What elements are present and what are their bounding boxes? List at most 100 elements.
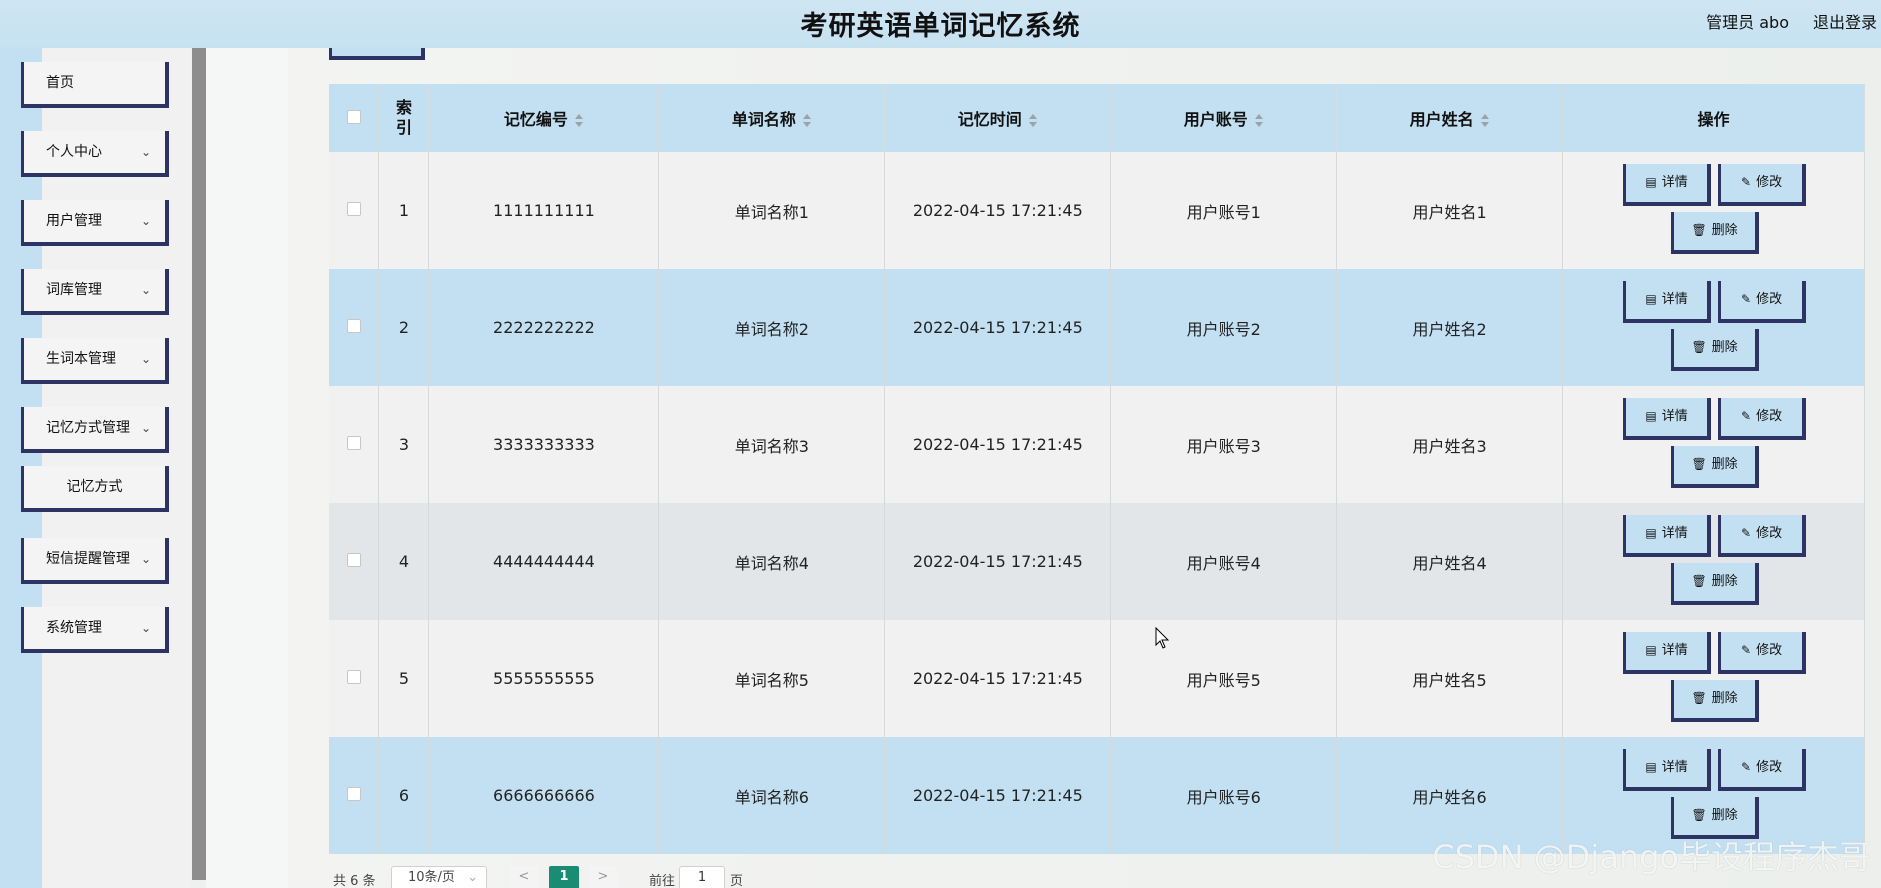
detail-button[interactable]: ▤ 详情 bbox=[1623, 164, 1712, 206]
row-select-cell[interactable] bbox=[329, 620, 380, 737]
cell-code: 6666666666 bbox=[428, 737, 660, 854]
sidebar: 首页 个人中心 ⌄ 用户管理 ⌄ 词库管理 ⌄ 生词本管理 ⌄ 记忆方式管理 ⌄ 记忆方式… bbox=[0, 48, 190, 888]
sidebar-item-system-management[interactable]: 系统管理 ⌄ bbox=[21, 607, 169, 653]
delete-button[interactable]: 🗑 删除 bbox=[1671, 329, 1760, 371]
sidebar-item-personal-center[interactable]: 个人中心 ⌄ bbox=[21, 131, 169, 177]
edit-button[interactable]: ✎ 修改 bbox=[1718, 164, 1807, 206]
document-icon: ▤ bbox=[1645, 292, 1657, 306]
col-header-time[interactable]: 记忆时间 bbox=[884, 84, 1112, 152]
detail-button[interactable]: ▤ 详情 bbox=[1623, 281, 1712, 323]
edit-button[interactable]: ✎ 修改 bbox=[1718, 632, 1807, 674]
pencil-icon: ✎ bbox=[1741, 526, 1752, 540]
edit-button[interactable]: ✎ 修改 bbox=[1718, 749, 1807, 791]
sort-icon[interactable] bbox=[1254, 113, 1264, 129]
next-page-button[interactable]: > bbox=[589, 866, 617, 888]
toolbar-button-partial[interactable] bbox=[329, 48, 425, 60]
page-size-select[interactable]: 10条/页 ⌄ bbox=[391, 866, 487, 888]
select-all-cell[interactable] bbox=[329, 84, 380, 152]
cell-index: 2 bbox=[378, 269, 430, 386]
sidebar-item-new-words-management[interactable]: 生词本管理 ⌄ bbox=[21, 338, 169, 384]
row-select-cell[interactable] bbox=[329, 269, 380, 386]
cell-word: 单词名称4 bbox=[658, 503, 886, 620]
action-label: 详情 bbox=[1661, 292, 1688, 307]
row-select-cell[interactable] bbox=[329, 152, 380, 269]
sidebar-subitem-memory-method[interactable]: 记忆方式 bbox=[21, 466, 169, 512]
sidebar-item-sms-reminder-management[interactable]: 短信提醒管理 ⌄ bbox=[21, 538, 169, 584]
delete-button[interactable]: 🗑 删除 bbox=[1671, 563, 1760, 605]
page-number-current[interactable]: 1 bbox=[549, 866, 579, 888]
cell-word: 单词名称6 bbox=[658, 737, 886, 854]
chevron-down-icon: ⌄ bbox=[140, 145, 151, 159]
cell-index: 3 bbox=[378, 386, 430, 503]
sidebar-item-home[interactable]: 首页 bbox=[21, 62, 169, 108]
memory-records-table: 索引 记忆编号 单词名称 记忆时间 用户账号 用户姓名 操作 1 11111111… bbox=[329, 84, 1865, 854]
select-all-checkbox[interactable] bbox=[346, 109, 361, 124]
document-icon: ▤ bbox=[1645, 175, 1657, 189]
row-checkbox[interactable] bbox=[346, 553, 361, 567]
sidebar-item-vocabulary-management[interactable]: 词库管理 ⌄ bbox=[21, 269, 169, 315]
cell-index: 4 bbox=[378, 503, 430, 620]
table-row: 2 2222222222 单词名称2 2022-04-15 17:21:45 用户账号2… bbox=[329, 269, 1865, 386]
sidebar-item-label: 词库管理 bbox=[46, 282, 102, 298]
action-label: 删除 bbox=[1711, 574, 1738, 589]
delete-button[interactable]: 🗑 删除 bbox=[1671, 446, 1760, 488]
detail-button[interactable]: ▤ 详情 bbox=[1623, 515, 1712, 557]
cell-time: 2022-04-15 17:21:45 bbox=[884, 386, 1112, 503]
action-label: 删除 bbox=[1711, 457, 1738, 472]
chevron-down-icon: ⌄ bbox=[140, 214, 151, 228]
action-label: 删除 bbox=[1711, 340, 1738, 355]
sort-icon[interactable] bbox=[802, 113, 812, 129]
page-size-value: 10条/页 bbox=[408, 870, 455, 885]
sidebar-scrollbar[interactable] bbox=[192, 48, 206, 880]
cell-name: 用户姓名2 bbox=[1336, 269, 1564, 386]
cell-name: 用户姓名3 bbox=[1336, 386, 1564, 503]
page-suffix: 页 bbox=[730, 874, 744, 888]
delete-button[interactable]: 🗑 删除 bbox=[1671, 680, 1760, 722]
logout-link[interactable]: 退出登录 bbox=[1813, 9, 1877, 33]
col-header-name[interactable]: 用户姓名 bbox=[1336, 84, 1564, 152]
detail-button[interactable]: ▤ 详情 bbox=[1623, 398, 1712, 440]
sidebar-item-label: 首页 bbox=[46, 75, 74, 91]
prev-page-button[interactable]: < bbox=[510, 866, 538, 888]
edit-button[interactable]: ✎ 修改 bbox=[1718, 281, 1807, 323]
action-label: 修改 bbox=[1756, 409, 1783, 424]
row-select-cell[interactable] bbox=[329, 737, 380, 854]
row-checkbox[interactable] bbox=[346, 202, 361, 216]
row-select-cell[interactable] bbox=[329, 503, 380, 620]
cell-index: 1 bbox=[378, 152, 430, 269]
sidebar-item-user-management[interactable]: 用户管理 ⌄ bbox=[21, 200, 169, 246]
col-header-index: 索引 bbox=[378, 84, 430, 152]
goto-page-input[interactable]: 1 bbox=[679, 866, 725, 888]
delete-button[interactable]: 🗑 删除 bbox=[1671, 212, 1760, 254]
action-label: 详情 bbox=[1661, 175, 1688, 190]
row-checkbox[interactable] bbox=[346, 319, 361, 333]
cell-index: 6 bbox=[378, 737, 430, 854]
col-header-word[interactable]: 单词名称 bbox=[658, 84, 886, 152]
table-row: 3 3333333333 单词名称3 2022-04-15 17:21:45 用户账号3… bbox=[329, 386, 1865, 503]
col-header-account[interactable]: 用户账号 bbox=[1110, 84, 1338, 152]
chevron-down-icon: ⌄ bbox=[140, 552, 151, 566]
row-checkbox[interactable] bbox=[346, 670, 361, 684]
row-checkbox[interactable] bbox=[346, 436, 361, 450]
cell-time: 2022-04-15 17:21:45 bbox=[884, 269, 1112, 386]
user-info: 管理员 abo bbox=[1706, 13, 1789, 32]
detail-button[interactable]: ▤ 详情 bbox=[1623, 749, 1712, 791]
goto-label: 前往 bbox=[649, 874, 676, 888]
action-label: 详情 bbox=[1661, 760, 1688, 775]
sidebar-item-memory-method-management[interactable]: 记忆方式管理 ⌄ bbox=[21, 407, 169, 453]
action-label: 详情 bbox=[1661, 526, 1688, 541]
row-checkbox[interactable] bbox=[346, 787, 361, 801]
edit-button[interactable]: ✎ 修改 bbox=[1718, 398, 1807, 440]
trash-icon: 🗑 bbox=[1691, 340, 1707, 354]
pencil-icon: ✎ bbox=[1741, 175, 1752, 189]
col-header-code[interactable]: 记忆编号 bbox=[428, 84, 660, 152]
cell-index: 5 bbox=[378, 620, 430, 737]
sort-icon[interactable] bbox=[574, 113, 584, 129]
sort-icon[interactable] bbox=[1480, 113, 1490, 129]
document-icon: ▤ bbox=[1645, 526, 1657, 540]
detail-button[interactable]: ▤ 详情 bbox=[1623, 632, 1712, 674]
sort-icon[interactable] bbox=[1028, 113, 1038, 129]
row-select-cell[interactable] bbox=[329, 386, 380, 503]
app-title: 考研英语单词记忆系统 bbox=[800, 11, 1081, 42]
edit-button[interactable]: ✎ 修改 bbox=[1718, 515, 1807, 557]
